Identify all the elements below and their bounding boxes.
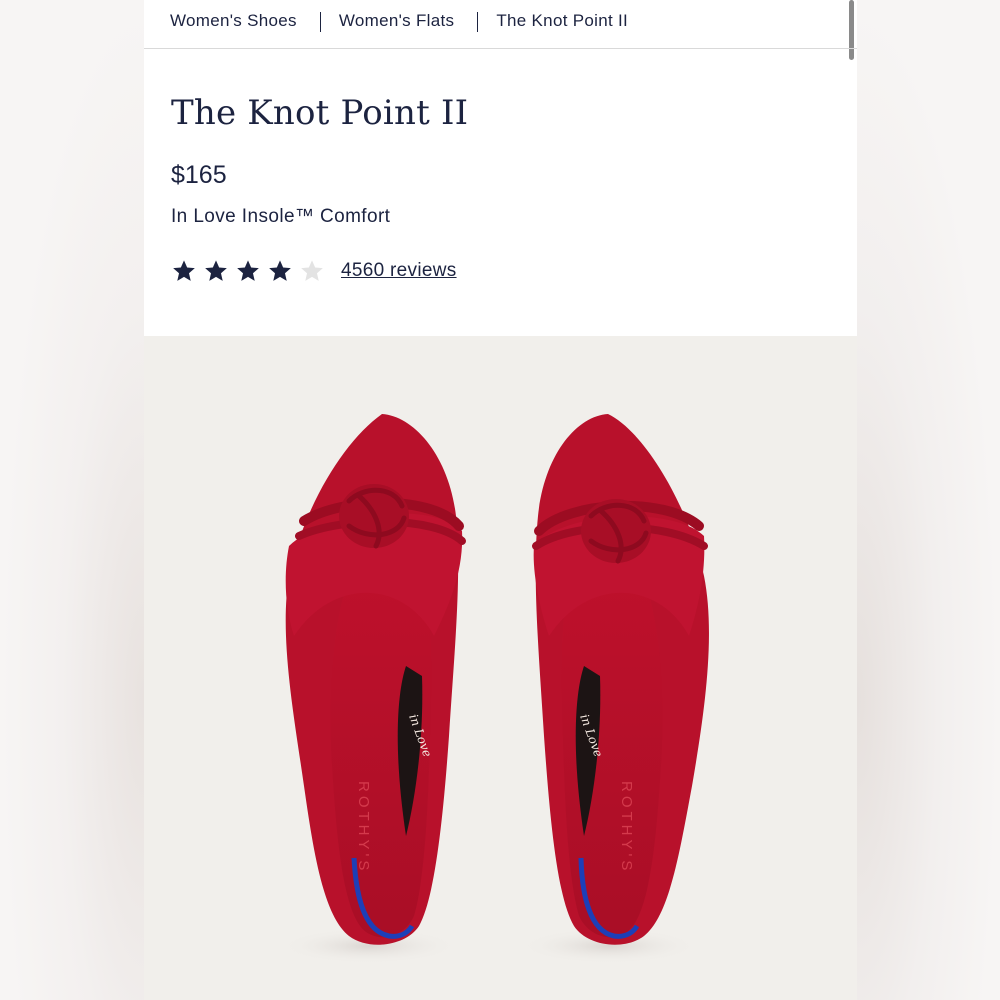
svg-text:ROTHY'S: ROTHY'S <box>355 781 372 874</box>
background-left <box>0 0 144 1000</box>
star-rating <box>171 258 331 284</box>
product-image[interactable]: in Love ROTHY'S in Love ROTHY'S <box>144 336 857 1000</box>
breadcrumb-womens-flats[interactable]: Women's Flats <box>339 11 454 31</box>
shoe-image: in Love ROTHY'S in Love ROTHY'S <box>279 414 709 964</box>
product-subtitle: In Love Insole™ Comfort <box>171 206 391 227</box>
product-price: $165 <box>171 161 227 189</box>
left-shoe: in Love ROTHY'S <box>279 414 466 964</box>
star-filled-icon <box>269 260 291 281</box>
right-shoe: in Love ROTHY'S <box>519 414 709 964</box>
rating: 4560 reviews <box>171 258 457 284</box>
breadcrumb-current-product[interactable]: The Knot Point II <box>496 11 628 31</box>
breadcrumb: Women's Shoes Women's Flats The Knot Poi… <box>144 0 857 49</box>
breadcrumb-womens-shoes[interactable]: Women's Shoes <box>170 11 297 31</box>
star-filled-icon <box>173 260 195 281</box>
star-filled-icon <box>237 260 259 281</box>
breadcrumb-separator <box>477 12 479 32</box>
background-right <box>857 0 1000 1000</box>
product-title: The Knot Point II <box>171 93 469 133</box>
star-empty-icon <box>301 260 323 281</box>
star-filled-icon <box>205 260 227 281</box>
reviews-link[interactable]: 4560 reviews <box>341 260 457 282</box>
product-page: Women's Shoes Women's Flats The Knot Poi… <box>144 0 857 1000</box>
breadcrumb-separator <box>319 12 321 32</box>
svg-text:ROTHY'S: ROTHY'S <box>618 781 635 874</box>
